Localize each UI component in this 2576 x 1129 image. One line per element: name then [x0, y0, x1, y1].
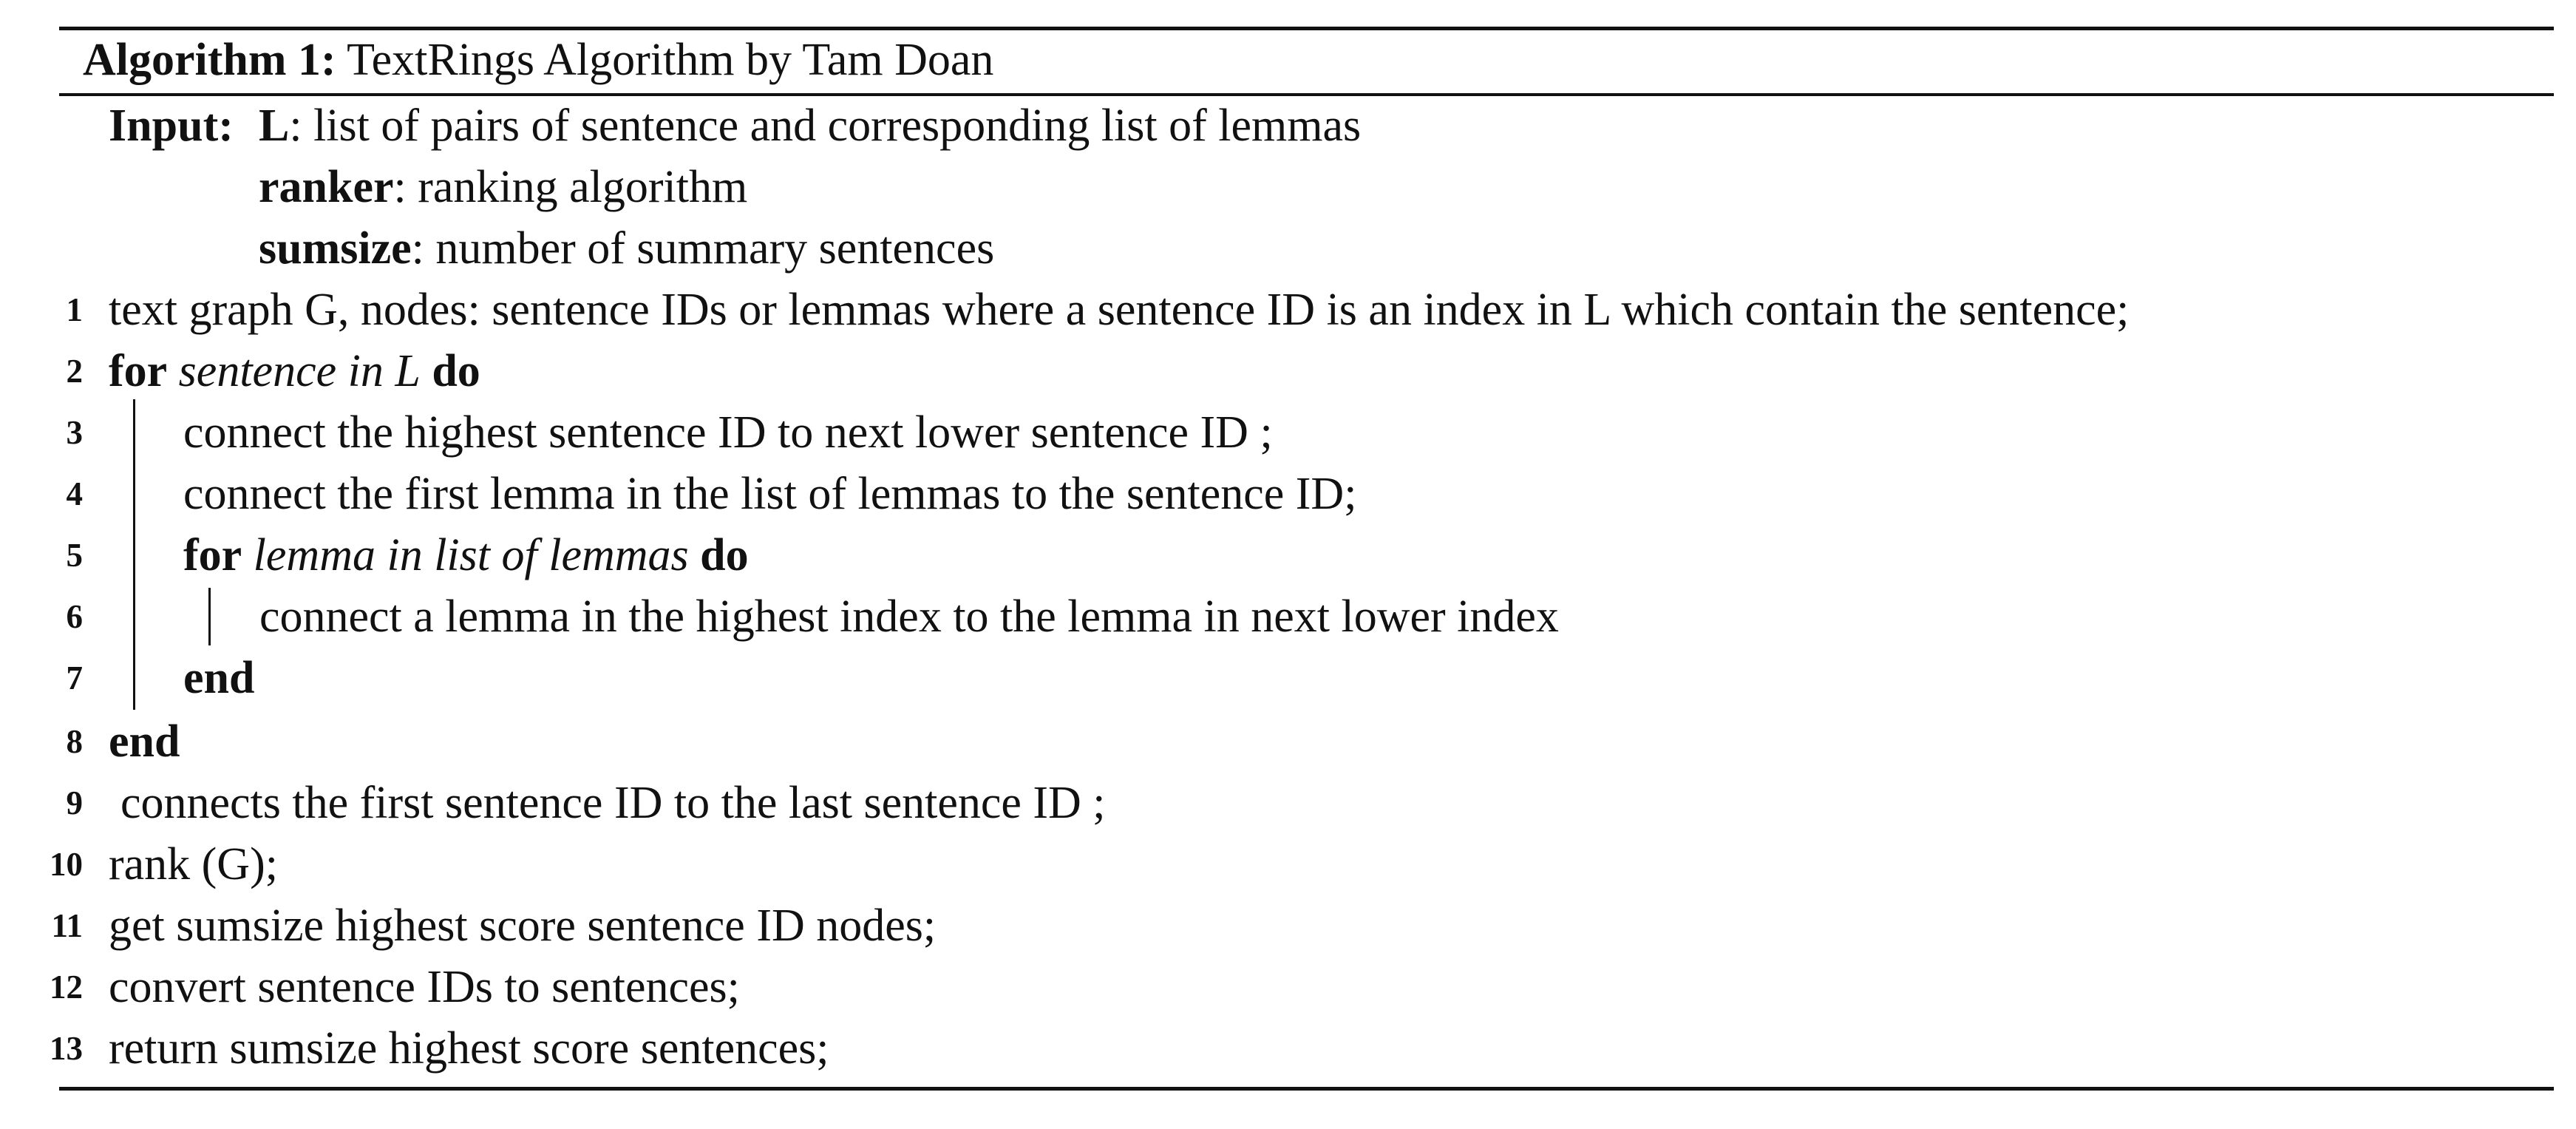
line-number: 8	[66, 723, 84, 760]
algo-line-4: 4 connect the first lemma in the list of…	[0, 464, 2576, 525]
outer-loop-bar	[133, 399, 135, 710]
input-line-3: sumsize: number of summary sentences	[0, 218, 2576, 279]
algo-line-13: 13 return sumsize highest score sentence…	[0, 1018, 2576, 1079]
line-number: 2	[66, 353, 84, 390]
line-text: rank (G);	[109, 839, 278, 889]
input-keyword: Input:	[109, 101, 234, 151]
input-param-name: ranker	[259, 162, 394, 212]
end-keyword: end	[109, 716, 180, 767]
for-condition: sentence in L	[178, 346, 421, 396]
algo-line-12: 12 convert sentence IDs to sentences;	[0, 957, 2576, 1018]
do-keyword: do	[700, 530, 749, 580]
input-param-desc: : list of pairs of sentence and correspo…	[289, 101, 1362, 151]
input-param-ranker: ranker: ranking algorithm	[259, 157, 747, 218]
line-text: connect the highest sentence ID to next …	[183, 407, 1273, 458]
line-number: 9	[66, 784, 84, 821]
input-param-sumsize: sumsize: number of summary sentences	[259, 218, 994, 279]
inner-loop-bar	[208, 588, 211, 645]
end-keyword: end	[183, 653, 255, 703]
input-param-name: L	[259, 101, 290, 151]
line-number: 12	[50, 969, 83, 1006]
for-condition: lemma in list of lemmas	[253, 530, 689, 580]
line-number: 5	[66, 537, 84, 574]
for-statement: for sentence in L do	[109, 341, 480, 402]
line-text: text graph G, nodes: sentence IDs or lem…	[109, 285, 2130, 335]
line-text: get sumsize highest score sentence ID no…	[109, 901, 937, 951]
input-param-name: sumsize	[259, 223, 412, 274]
algo-line-10: 10 rank (G);	[0, 834, 2576, 895]
line-text: convert sentence IDs to sentences;	[109, 962, 740, 1012]
algorithm-title: TextRings Algorithm by Tam Doan	[347, 35, 994, 85]
line-number: 4	[66, 475, 84, 512]
algorithm-box: Algorithm 1: TextRings Algorithm by Tam …	[0, 0, 2576, 1129]
algo-line-1: 1 text graph G, nodes: sentence IDs or l…	[0, 279, 2576, 341]
for-keyword: for	[183, 530, 242, 580]
line-text: connects the first sentence ID to the la…	[120, 778, 1106, 828]
algorithm-label: Algorithm 1:	[83, 35, 336, 85]
input-param-L: L: list of pairs of sentence and corresp…	[259, 95, 1361, 157]
line-number: 1	[66, 291, 84, 328]
line-number: 11	[51, 907, 83, 944]
for-statement: for lemma in list of lemmas do	[183, 525, 749, 586]
line-text: connect a lemma in the highest index to …	[259, 591, 1559, 642]
input-line-2: ranker: ranking algorithm	[0, 157, 2576, 218]
algo-line-8: 8 end	[0, 711, 2576, 773]
line-number: 7	[66, 660, 84, 696]
algo-line-5: 5 for lemma in list of lemmas do	[0, 525, 2576, 586]
algo-line-2: 2 for sentence in L do	[0, 341, 2576, 402]
algo-line-6: 6 connect a lemma in the highest index t…	[0, 586, 2576, 648]
line-number: 6	[66, 598, 84, 635]
line-number: 13	[50, 1030, 83, 1067]
for-keyword: for	[109, 346, 168, 396]
do-keyword: do	[432, 346, 480, 396]
line-number: 3	[66, 414, 84, 451]
input-line-1: Input: L: list of pairs of sentence and …	[0, 95, 2576, 157]
algo-line-9: 9 connects the first sentence ID to the …	[0, 773, 2576, 834]
input-param-desc: : ranking algorithm	[393, 162, 748, 212]
line-text: return sumsize highest score sentences;	[109, 1023, 829, 1074]
algo-line-3: 3 connect the highest sentence ID to nex…	[0, 402, 2576, 464]
algorithm-caption: Algorithm 1: TextRings Algorithm by Tam …	[83, 27, 993, 93]
algo-line-11: 11 get sumsize highest score sentence ID…	[0, 895, 2576, 957]
bottom-rule	[59, 1087, 2554, 1091]
algo-line-7: 7 end	[0, 648, 2576, 709]
input-param-desc: : number of summary sentences	[411, 223, 995, 274]
line-text: connect the first lemma in the list of l…	[183, 469, 1357, 519]
line-number: 10	[50, 846, 83, 883]
